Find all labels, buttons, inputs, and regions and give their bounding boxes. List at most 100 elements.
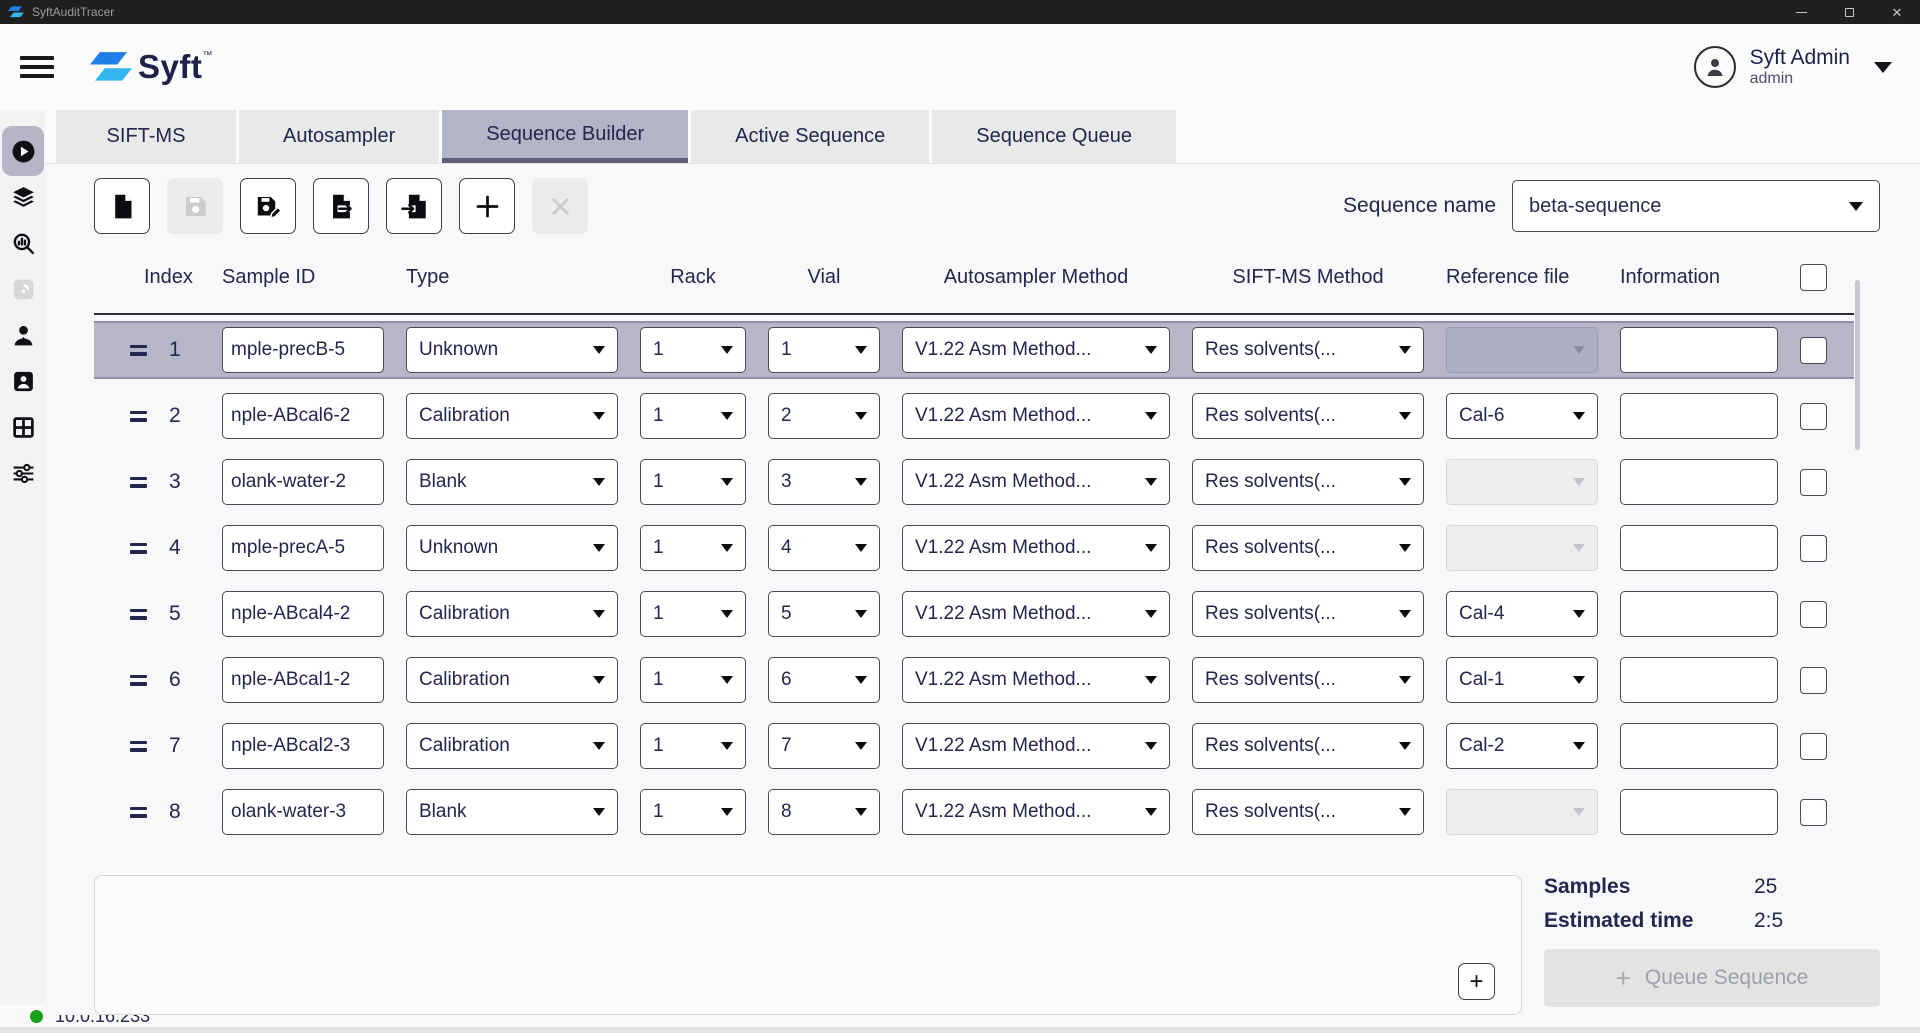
information-input[interactable]: [1620, 525, 1778, 571]
add-button[interactable]: [459, 178, 515, 234]
siftms-method-select[interactable]: Res solvents(...: [1192, 657, 1424, 703]
table-row[interactable]: 1 Unknown 1 1 V1.22 Asm Method... Res so…: [94, 321, 1854, 379]
siftms-method-select[interactable]: Res solvents(...: [1192, 723, 1424, 769]
sidebar-item-chart-search[interactable]: [0, 218, 46, 268]
vial-select[interactable]: 7: [768, 723, 880, 769]
information-input[interactable]: [1620, 723, 1778, 769]
sample-id-input[interactable]: [222, 591, 384, 637]
information-input[interactable]: [1620, 591, 1778, 637]
tab-autosampler[interactable]: Autosampler: [239, 110, 439, 163]
sample-id-input[interactable]: [222, 789, 384, 835]
type-select[interactable]: Blank: [406, 789, 618, 835]
reference-file-select[interactable]: Cal-6: [1446, 393, 1598, 439]
minimize-button[interactable]: [1794, 5, 1808, 19]
maximize-button[interactable]: [1842, 5, 1856, 19]
row-checkbox[interactable]: [1800, 733, 1827, 760]
rack-select[interactable]: 1: [640, 459, 746, 505]
tab-sift-ms[interactable]: SIFT-MS: [56, 110, 236, 163]
row-checkbox[interactable]: [1800, 799, 1827, 826]
type-select[interactable]: Calibration: [406, 657, 618, 703]
sample-id-input[interactable]: [222, 657, 384, 703]
sidebar-item-table-grid[interactable]: [0, 402, 46, 452]
vial-select[interactable]: 8: [768, 789, 880, 835]
autosampler-method-select[interactable]: V1.22 Asm Method...: [902, 789, 1170, 835]
row-checkbox[interactable]: [1800, 667, 1827, 694]
rack-select[interactable]: 1: [640, 525, 746, 571]
siftms-method-select[interactable]: Res solvents(...: [1192, 789, 1424, 835]
table-row[interactable]: 2 Calibration 1 2 V1.22 Asm Method... Re…: [94, 387, 1854, 445]
autosampler-method-select[interactable]: V1.22 Asm Method...: [902, 327, 1170, 373]
save-edit-button[interactable]: [240, 178, 296, 234]
sequence-name-select[interactable]: beta-sequence: [1512, 180, 1880, 232]
siftms-method-select[interactable]: Res solvents(...: [1192, 327, 1424, 373]
sidebar-item-id-card[interactable]: [0, 356, 46, 406]
sidebar-item-play[interactable]: [2, 126, 44, 176]
rack-select[interactable]: 1: [640, 591, 746, 637]
type-select[interactable]: Blank: [406, 459, 618, 505]
new-file-button[interactable]: [94, 178, 150, 234]
sample-id-input[interactable]: [222, 525, 384, 571]
row-checkbox[interactable]: [1800, 403, 1827, 430]
rack-select[interactable]: 1: [640, 327, 746, 373]
vertical-scrollbar[interactable]: [1855, 280, 1860, 450]
reference-file-select[interactable]: Cal-4: [1446, 591, 1598, 637]
vial-select[interactable]: 2: [768, 393, 880, 439]
sidebar-item-layers[interactable]: [0, 172, 46, 222]
rack-select[interactable]: 1: [640, 393, 746, 439]
tab-sequence-builder[interactable]: Sequence Builder: [442, 110, 688, 163]
table-row[interactable]: 8 Blank 1 8 V1.22 Asm Method... Res solv…: [94, 783, 1854, 841]
sidebar-item-sliders[interactable]: [0, 448, 46, 498]
row-checkbox[interactable]: [1800, 469, 1827, 496]
table-row[interactable]: 5 Calibration 1 5 V1.22 Asm Method... Re…: [94, 585, 1854, 643]
rack-select[interactable]: 1: [640, 657, 746, 703]
row-checkbox[interactable]: [1800, 601, 1827, 628]
type-select[interactable]: Calibration: [406, 591, 618, 637]
vial-select[interactable]: 1: [768, 327, 880, 373]
drag-handle-icon[interactable]: [130, 411, 147, 422]
export-file-button[interactable]: [313, 178, 369, 234]
vial-select[interactable]: 3: [768, 459, 880, 505]
drag-handle-icon[interactable]: [130, 807, 147, 818]
sample-id-input[interactable]: [222, 723, 384, 769]
table-row[interactable]: 3 Blank 1 3 V1.22 Asm Method... Res solv…: [94, 453, 1854, 511]
siftms-method-select[interactable]: Res solvents(...: [1192, 591, 1424, 637]
autosampler-method-select[interactable]: V1.22 Asm Method...: [902, 459, 1170, 505]
vial-select[interactable]: 6: [768, 657, 880, 703]
autosampler-method-select[interactable]: V1.22 Asm Method...: [902, 723, 1170, 769]
information-input[interactable]: [1620, 657, 1778, 703]
type-select[interactable]: Unknown: [406, 525, 618, 571]
sample-id-input[interactable]: [222, 393, 384, 439]
drag-handle-icon[interactable]: [130, 609, 147, 620]
reference-file-select[interactable]: Cal-1: [1446, 657, 1598, 703]
close-button[interactable]: ✕: [1890, 5, 1904, 19]
table-row[interactable]: 4 Unknown 1 4 V1.22 Asm Method... Res so…: [94, 519, 1854, 577]
information-input[interactable]: [1620, 393, 1778, 439]
vial-select[interactable]: 5: [768, 591, 880, 637]
row-checkbox[interactable]: [1800, 337, 1827, 364]
autosampler-method-select[interactable]: V1.22 Asm Method...: [902, 393, 1170, 439]
autosampler-method-select[interactable]: V1.22 Asm Method...: [902, 591, 1170, 637]
rack-select[interactable]: 1: [640, 789, 746, 835]
type-select[interactable]: Calibration: [406, 393, 618, 439]
tab-sequence-queue[interactable]: Sequence Queue: [932, 110, 1176, 163]
siftms-method-select[interactable]: Res solvents(...: [1192, 393, 1424, 439]
information-input[interactable]: [1620, 459, 1778, 505]
autosampler-method-select[interactable]: V1.22 Asm Method...: [902, 657, 1170, 703]
row-checkbox[interactable]: [1800, 535, 1827, 562]
siftms-method-select[interactable]: Res solvents(...: [1192, 525, 1424, 571]
table-row[interactable]: 7 Calibration 1 7 V1.22 Asm Method... Re…: [94, 717, 1854, 775]
queue-sequence-button[interactable]: + Queue Sequence: [1544, 949, 1880, 1007]
table-row[interactable]: 6 Calibration 1 6 V1.22 Asm Method... Re…: [94, 651, 1854, 709]
vial-select[interactable]: 4: [768, 525, 880, 571]
reference-file-select[interactable]: Cal-2: [1446, 723, 1598, 769]
siftms-method-select[interactable]: Res solvents(...: [1192, 459, 1424, 505]
drag-handle-icon[interactable]: [130, 345, 147, 356]
add-row-button[interactable]: +: [1458, 963, 1495, 1000]
select-all-checkbox[interactable]: [1800, 264, 1827, 291]
type-select[interactable]: Unknown: [406, 327, 618, 373]
sample-id-input[interactable]: [222, 459, 384, 505]
rack-select[interactable]: 1: [640, 723, 746, 769]
chevron-down-icon[interactable]: [1874, 62, 1892, 73]
sidebar-item-user[interactable]: [0, 310, 46, 360]
drag-handle-icon[interactable]: [130, 741, 147, 752]
